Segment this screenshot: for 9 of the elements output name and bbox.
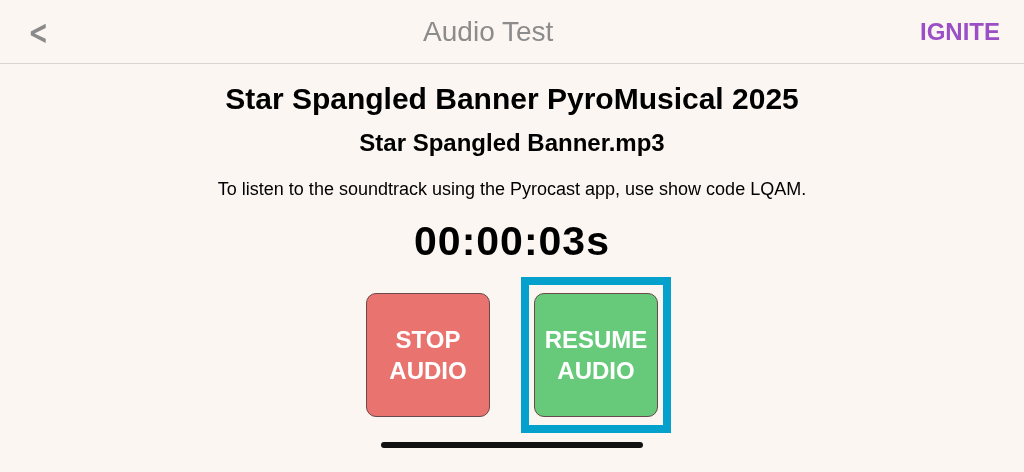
file-name: Star Spangled Banner.mp3	[359, 129, 665, 157]
audio-button[interactable]: RESUME AUDIO	[534, 293, 658, 417]
audio-button[interactable]: STOP AUDIO	[366, 293, 490, 417]
instructions-text: To listen to the soundtrack using the Pyrocast app, use show code LQAM.	[217, 179, 807, 200]
timer: 00:00:03s	[414, 218, 610, 265]
back-button[interactable]: <	[25, 11, 52, 52]
show-title: Star Spangled Banner PyroMusical 2025	[225, 82, 799, 116]
screen-title: Audio Test	[422, 15, 555, 48]
app-logo: IGNITE	[920, 17, 1001, 46]
